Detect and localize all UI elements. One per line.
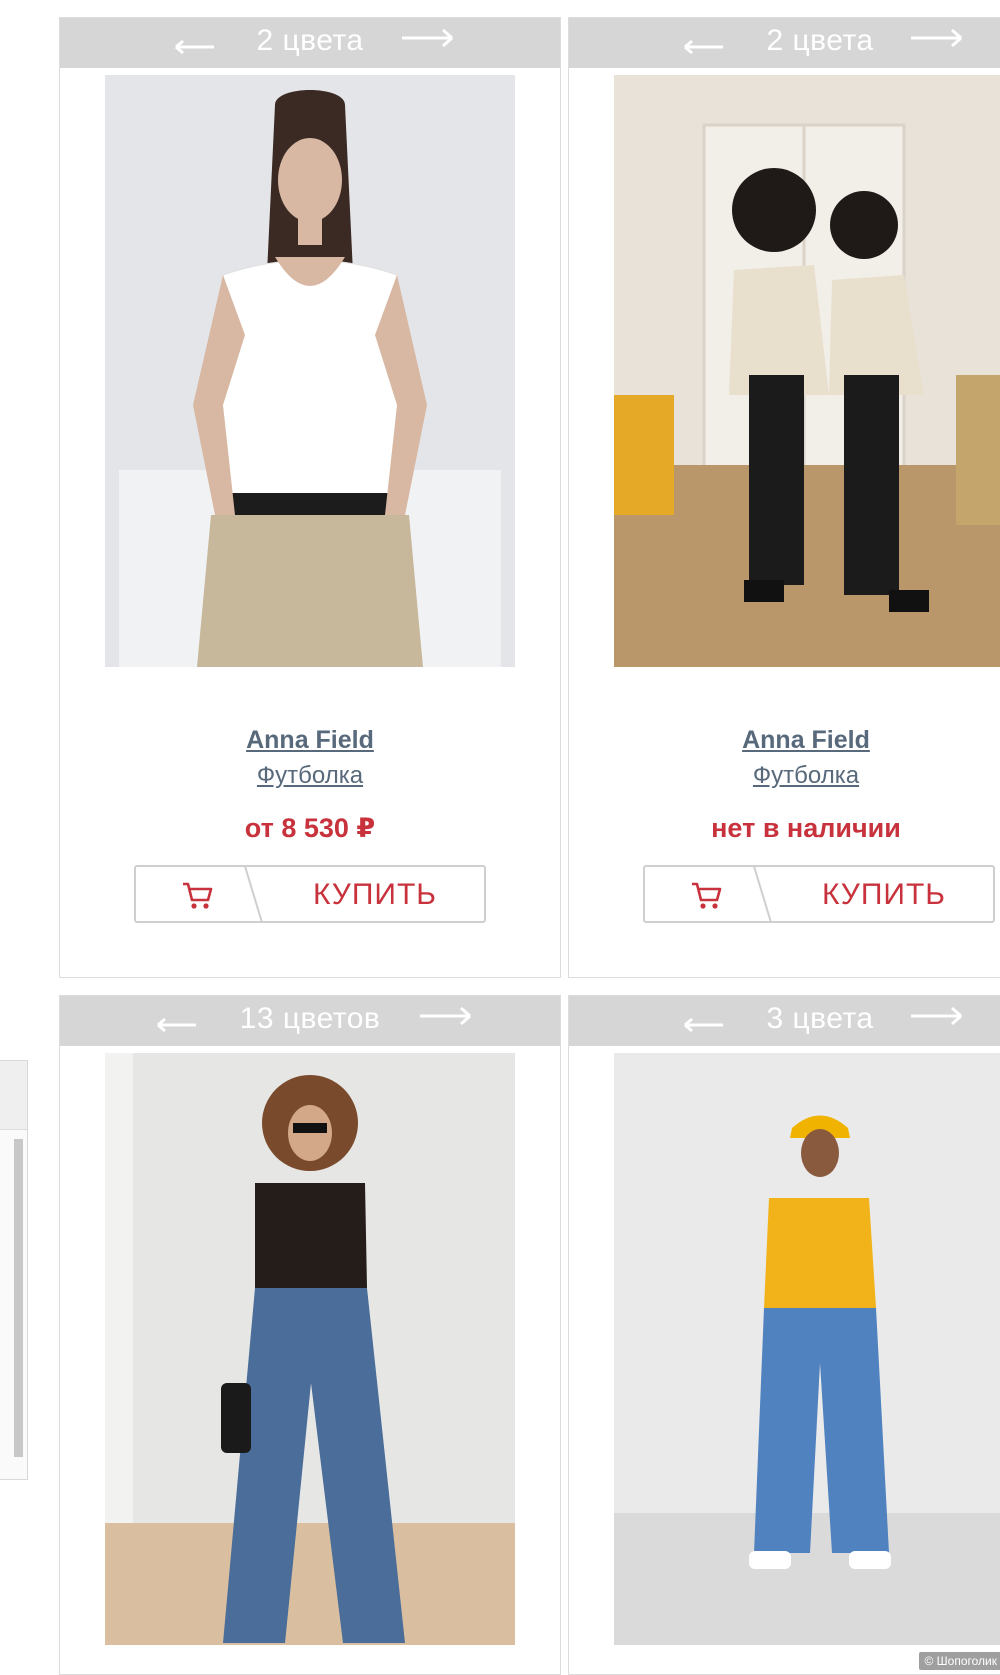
arrow-right-icon[interactable] (909, 27, 965, 49)
color-count: 13 цветов (60, 996, 560, 1046)
arrow-right-icon[interactable] (909, 1005, 965, 1027)
cart-icon (691, 881, 723, 911)
color-switcher: 3 цвета (569, 996, 1000, 1046)
color-count: 2 цвета (60, 18, 560, 68)
product-brand-link[interactable]: Anna Field (60, 726, 560, 755)
arrow-right-icon[interactable] (418, 1005, 474, 1027)
arrow-right-icon[interactable] (400, 27, 456, 49)
watermark: © Шопоголик (919, 1652, 1000, 1670)
product-photo[interactable] (105, 75, 515, 667)
product-photo[interactable] (105, 1053, 515, 1645)
buy-button-label: КУПИТЬ (775, 867, 993, 923)
side-panel (0, 1060, 28, 1480)
product-type-link[interactable]: Футболка (60, 762, 560, 790)
product-card: 3 цвета © Шопоголик (568, 995, 1000, 1675)
product-card: 2 цвета Anna Field Футболка нет в наличи… (568, 17, 1000, 978)
product-price: от 8 530 ₽ (60, 813, 560, 844)
product-photo[interactable] (614, 75, 1000, 667)
color-switcher: 2 цвета (60, 18, 560, 68)
color-switcher: 2 цвета (569, 18, 1000, 68)
buy-button-label: КУПИТЬ (266, 867, 484, 923)
buy-button[interactable]: КУПИТЬ (134, 865, 486, 923)
product-price: нет в наличии (569, 813, 1000, 844)
side-panel-scrollbar[interactable] (14, 1139, 23, 1457)
product-card: 13 цветов (59, 995, 561, 1675)
buy-button[interactable]: КУПИТЬ (643, 865, 995, 923)
product-brand-link[interactable]: Anna Field (569, 726, 1000, 755)
product-photo[interactable] (614, 1053, 1000, 1645)
side-panel-header (0, 1061, 27, 1130)
color-switcher: 13 цветов (60, 996, 560, 1046)
product-type-link[interactable]: Футболка (569, 762, 1000, 790)
product-card: 2 цвета Anna Field Футболка от 8 530 ₽ К… (59, 17, 561, 978)
cart-icon (182, 881, 214, 911)
